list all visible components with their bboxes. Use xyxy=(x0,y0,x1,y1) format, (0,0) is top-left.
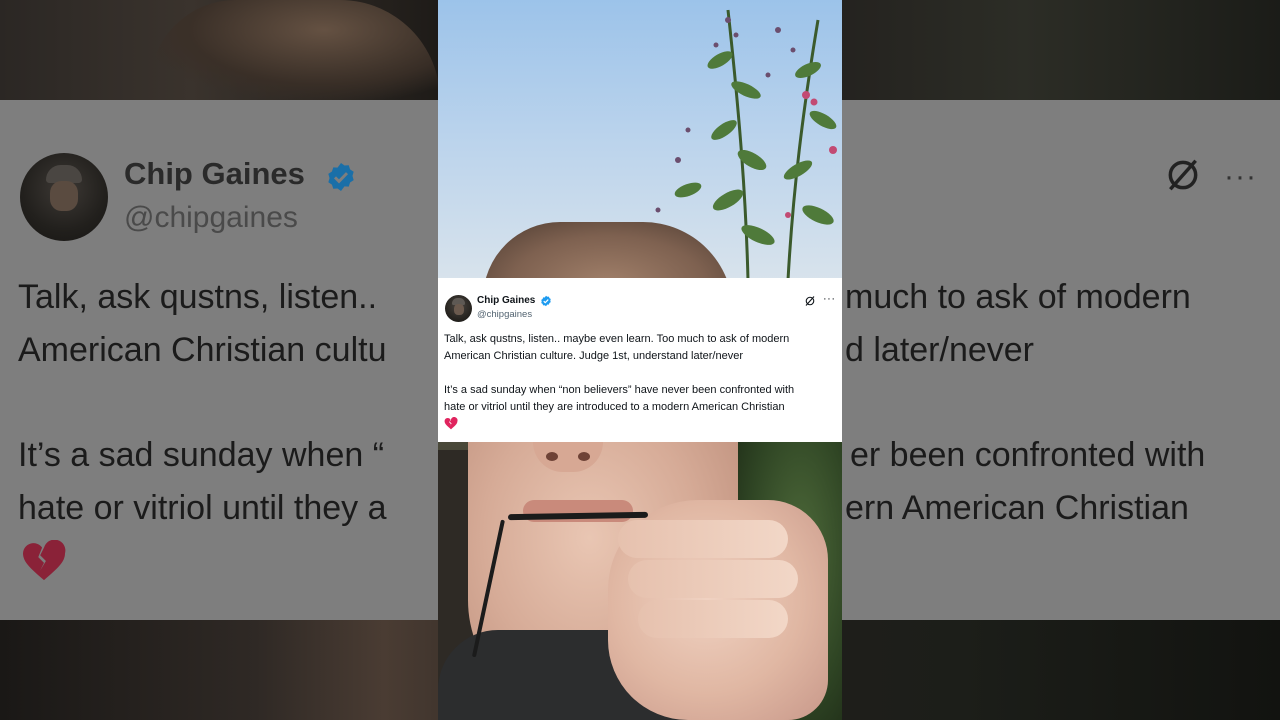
background-verified-check-icon xyxy=(328,163,354,191)
background-text-line-4: hate or vitriol until they a xyxy=(18,489,387,527)
background-text-line-3-right: er been confronted with xyxy=(850,436,1206,474)
background-display-name: Chip Gaines xyxy=(124,156,305,191)
nostril-right xyxy=(578,452,590,461)
background-avatar xyxy=(20,153,108,241)
background-text-line-1: Talk, ask qustns, listen.. xyxy=(18,278,378,316)
background-more-icon: ··· xyxy=(1224,160,1257,193)
background-handle: @chipgaines xyxy=(124,201,298,234)
nostril-left xyxy=(546,452,558,461)
finger-1 xyxy=(618,520,788,558)
display-name[interactable]: Chip Gaines xyxy=(477,295,535,306)
background-broken-heart-icon xyxy=(23,540,66,581)
verified-check-icon xyxy=(541,295,551,307)
handle[interactable]: @chipgaines xyxy=(477,309,532,320)
tweet-card[interactable]: Chip Gaines @chipgaines ··· Talk, ask qu… xyxy=(438,278,842,442)
finger-3 xyxy=(638,600,788,638)
tweet-text-paragraph-2: It’s a sad sunday when “non believers” h… xyxy=(444,384,795,413)
background-grok-icon xyxy=(1168,159,1198,191)
background-text-line-3: It’s a sad sunday when “ xyxy=(18,436,385,474)
grok-icon[interactable] xyxy=(804,295,816,307)
avatar[interactable] xyxy=(445,295,472,322)
background-text-line-2: American Christian cultu xyxy=(18,331,387,369)
background-text-line-2-right: d later/never xyxy=(845,331,1034,369)
tweet-text-paragraph-1: Talk, ask qustns, listen.. maybe even le… xyxy=(444,333,790,362)
background-text-line-4-right: ern American Christian xyxy=(845,489,1189,527)
finger-2 xyxy=(628,560,798,598)
background-text-line-1-right: much to ask of modern xyxy=(845,278,1191,316)
more-options-icon[interactable]: ··· xyxy=(823,293,836,305)
broken-heart-icon xyxy=(444,417,458,430)
